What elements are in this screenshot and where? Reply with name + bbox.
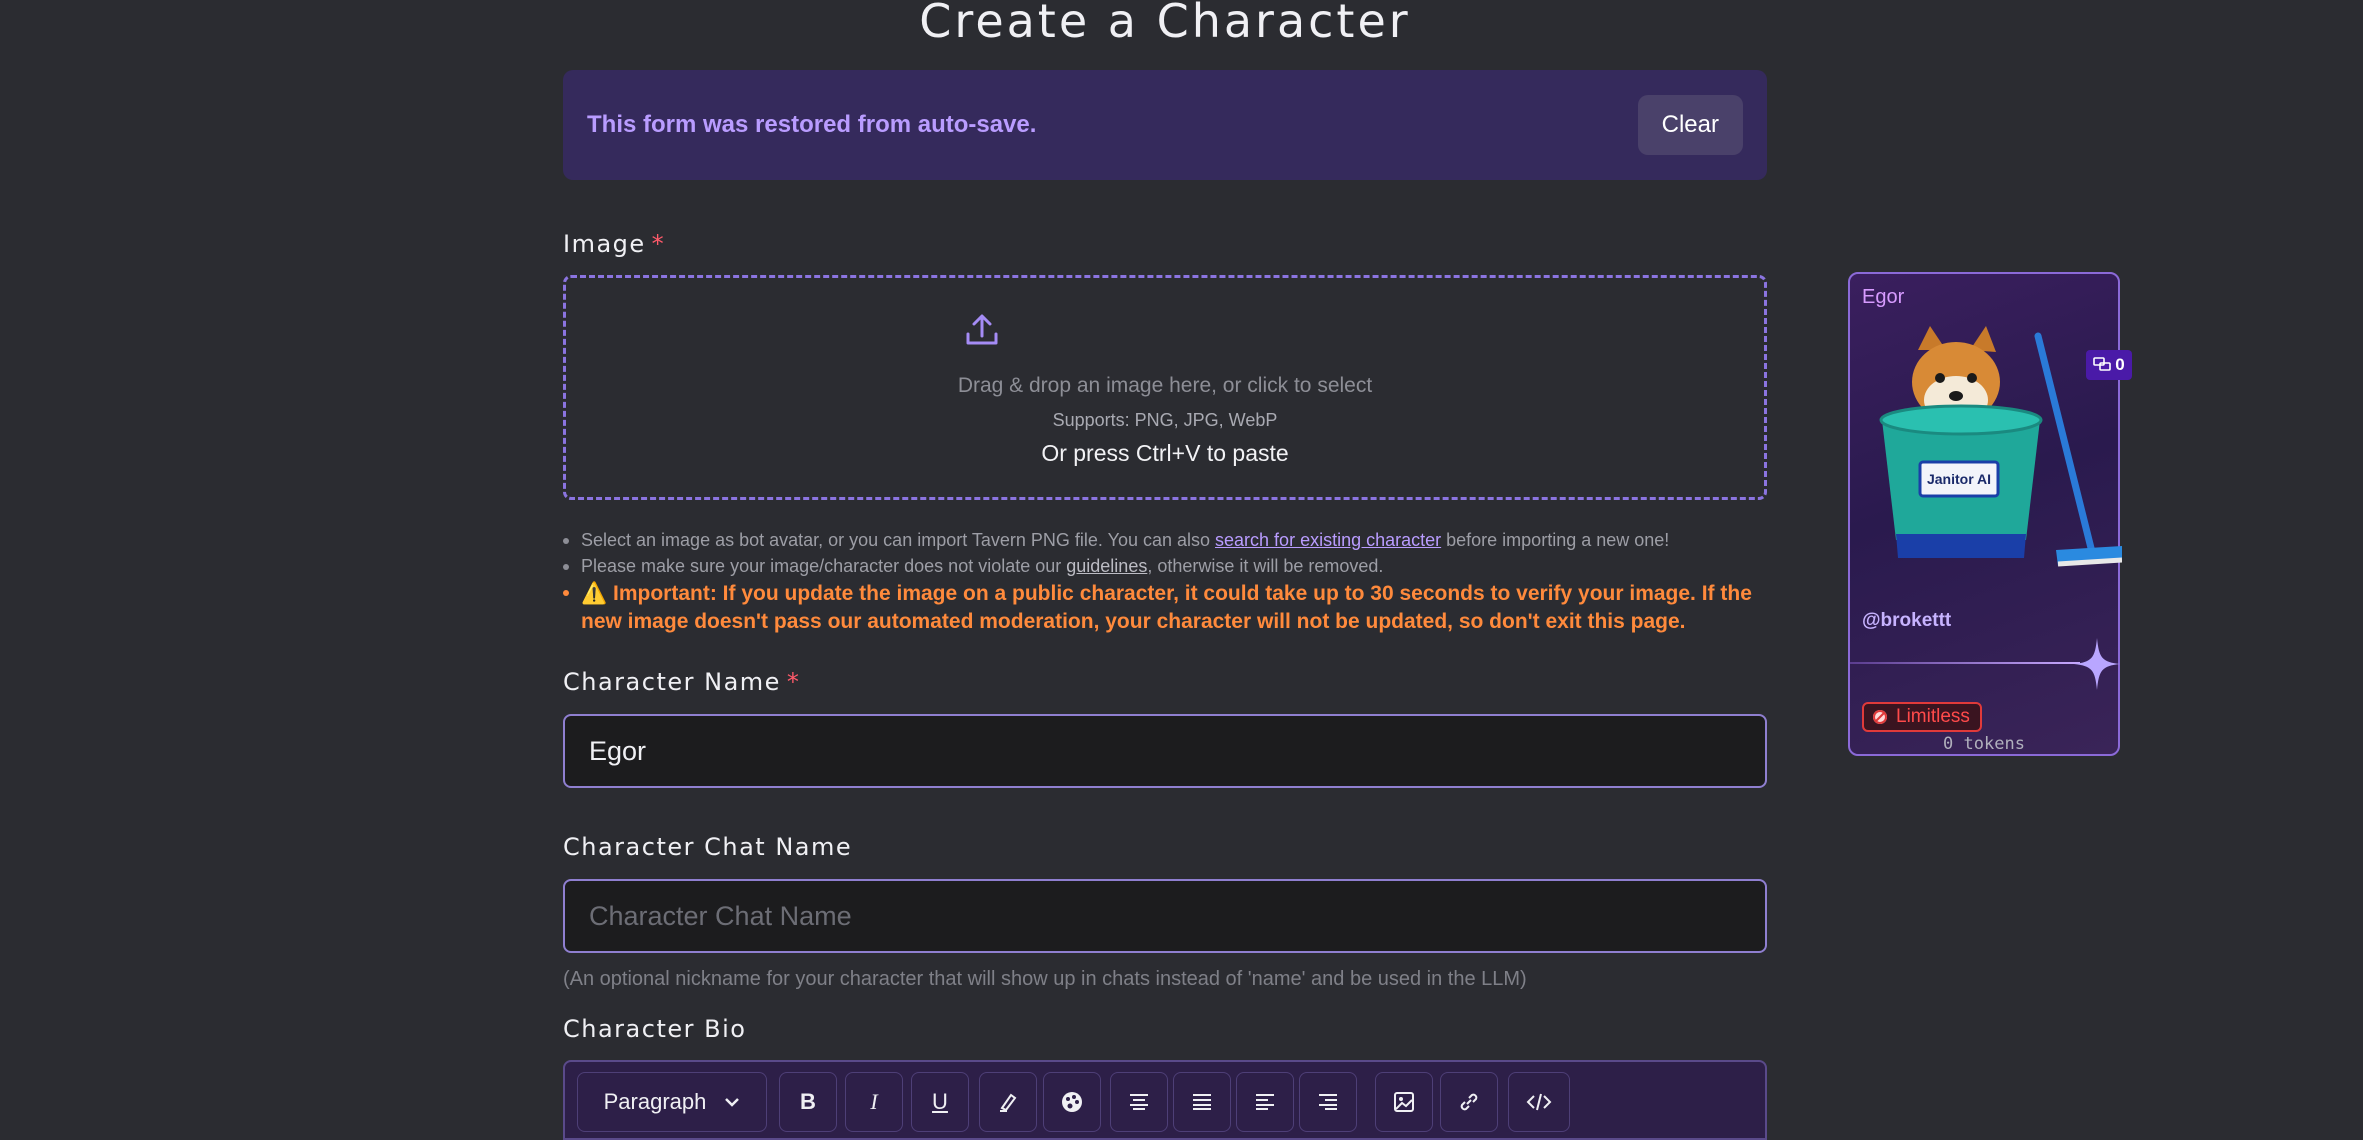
autosave-banner: This form was restored from auto-save. C… [563, 70, 1767, 180]
align-center-button[interactable] [1236, 1072, 1294, 1132]
note-text: before importing a new one! [1441, 530, 1670, 550]
character-preview-card[interactable]: Egor 0 Janitor AI @brokettt Limitless 0 … [1848, 272, 2132, 756]
note-text: , otherwise it will be removed. [1147, 556, 1384, 576]
insert-link-button[interactable] [1440, 1072, 1498, 1132]
code-icon [1526, 1093, 1552, 1111]
chat-name-help: (An optional nickname for your character… [563, 968, 1527, 990]
no-limit-icon [1873, 710, 1887, 724]
list-item: Select an image as bot avatar, or you ca… [563, 528, 1791, 552]
highlight-icon [1000, 1093, 1017, 1112]
character-bio-label: Character Bio [563, 1015, 747, 1043]
character-avatar: Janitor AI [1879, 326, 2122, 567]
align-justify-button[interactable] [1173, 1072, 1231, 1132]
guidelines-link[interactable]: guidelines [1066, 556, 1147, 576]
link-icon [1460, 1093, 1478, 1111]
dropzone-main-text: Drag & drop an image here, or click to s… [957, 374, 1373, 397]
card-character-name: Egor [1862, 286, 1905, 308]
highlight-button[interactable] [979, 1072, 1037, 1132]
warning-text: If you update the image on a public char… [581, 582, 1752, 633]
chat-name-label: Character Chat Name [563, 833, 853, 861]
page-title: Create a Character [919, 0, 1411, 48]
chat-name-input[interactable]: Character Chat Name [563, 879, 1767, 953]
clear-button[interactable]: Clear [1637, 95, 1743, 155]
warning-icon: ⚠️ [581, 582, 608, 605]
search-existing-link[interactable]: search for existing character [1215, 530, 1441, 550]
align-left-icon [1130, 1094, 1148, 1110]
image-notes: Select an image as bot avatar, or you ca… [563, 528, 1791, 638]
warning-label: Important: [613, 582, 717, 605]
list-item: Please make sure your image/character do… [563, 554, 1791, 578]
card-divider [1850, 662, 2080, 664]
underline-button[interactable]: U [911, 1072, 969, 1132]
align-right-button[interactable] [1299, 1072, 1357, 1132]
bucket-label: Janitor AI [1927, 471, 1991, 487]
note-text: Select an image as bot avatar, or you ca… [581, 530, 1216, 550]
note-text: Please make sure your image/character do… [581, 556, 1067, 576]
dropzone-supports-text: Supports: PNG, JPG, WebP [1052, 410, 1278, 430]
italic-button[interactable]: I [845, 1072, 903, 1132]
align-center-icon [1256, 1094, 1274, 1110]
required-mark: * [651, 230, 666, 258]
align-left-button[interactable] [1110, 1072, 1168, 1132]
upload-icon [966, 314, 998, 345]
dropzone-paste-text: Or press Ctrl+V to paste [1041, 440, 1289, 466]
character-name-input[interactable]: Egor [563, 714, 1767, 788]
align-right-icon [1319, 1094, 1337, 1110]
palette-icon [1062, 1092, 1082, 1112]
bio-editor-toolbar: Paragraph B I U [563, 1060, 1767, 1140]
card-author: @brokettt [1862, 610, 1952, 631]
character-name-label-text: Character Name [563, 668, 781, 696]
token-count: 0 tokens [1943, 734, 2025, 754]
align-justify-icon [1193, 1094, 1211, 1110]
sparkle-icon [2074, 638, 2120, 690]
limitless-label: Limitless [1896, 706, 1970, 727]
insert-image-button[interactable] [1375, 1072, 1433, 1132]
warning-note: ⚠️ Important: If you update the image on… [563, 580, 1791, 636]
chevron-down-icon [725, 1098, 740, 1107]
image-icon [1394, 1092, 1414, 1112]
required-mark: * [786, 668, 801, 696]
character-name-label: Character Name * [563, 668, 800, 696]
color-button[interactable] [1043, 1072, 1101, 1132]
image-dropzone[interactable]: Drag & drop an image here, or click to s… [563, 275, 1767, 500]
bold-button[interactable]: B [779, 1072, 837, 1132]
block-type-label: Paragraph [603, 1089, 707, 1114]
block-type-select[interactable]: Paragraph [577, 1072, 767, 1132]
image-label-text: Image [563, 230, 646, 258]
code-view-button[interactable] [1508, 1072, 1570, 1132]
limitless-badge: Limitless [1862, 702, 1982, 732]
autosave-message: This form was restored from auto-save. [587, 111, 1037, 138]
image-label: Image * [563, 230, 665, 258]
